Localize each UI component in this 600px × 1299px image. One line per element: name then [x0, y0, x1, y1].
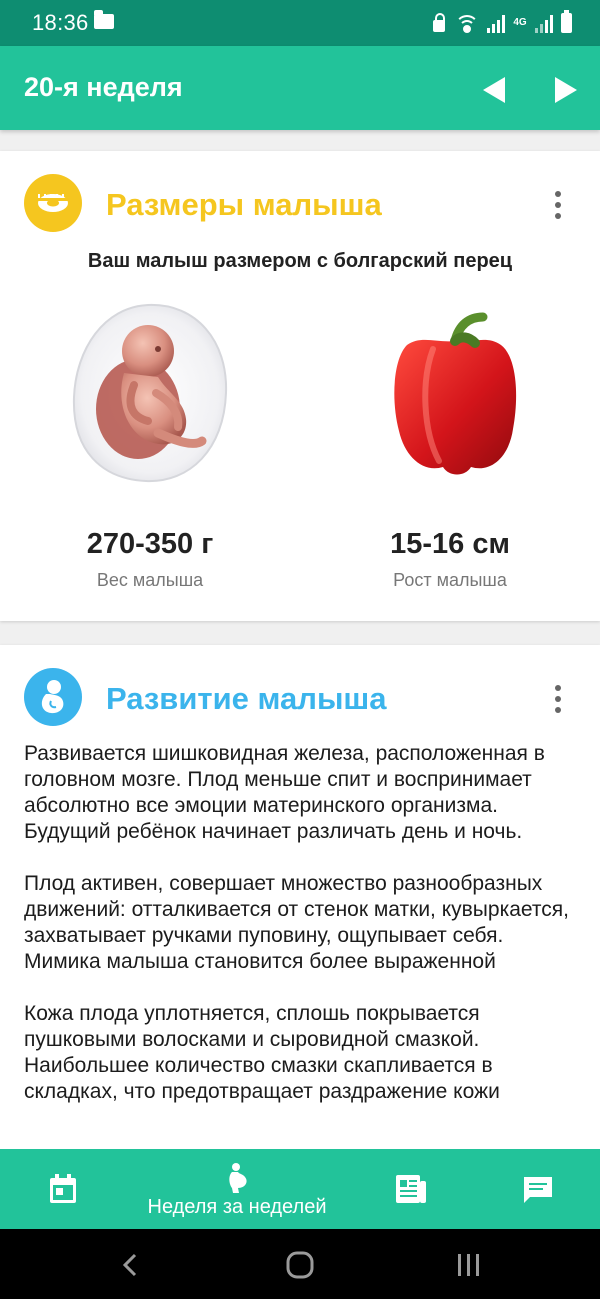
battery-icon	[561, 10, 572, 33]
bottom-navigation: Неделя за неделей	[0, 1149, 600, 1229]
development-paragraph: Развивается шишковидная железа, располож…	[24, 742, 545, 843]
recent-apps-button[interactable]	[428, 1229, 508, 1299]
size-card-more-button[interactable]	[546, 188, 570, 222]
tab-chat[interactable]	[495, 1149, 581, 1229]
back-button[interactable]	[92, 1229, 172, 1299]
recent-apps-icon	[458, 1254, 479, 1276]
tab-week-by-week-label: Неделя за неделей	[147, 1196, 327, 1218]
measuring-tape-icon	[24, 174, 82, 232]
wifi-icon	[455, 13, 479, 33]
folder-icon	[94, 10, 114, 29]
fetus-icon	[24, 668, 82, 726]
signal-icon	[487, 13, 505, 33]
status-icons: 4G	[431, 10, 572, 35]
tab-articles[interactable]	[370, 1149, 450, 1229]
size-card-title: Размеры малыша	[106, 187, 382, 222]
baby-size-card: Размеры малыша Ваш малыш размером с болг…	[0, 151, 600, 621]
development-card-title: Развитие малыша	[106, 681, 387, 716]
next-week-button[interactable]	[550, 75, 580, 105]
triangle-right-icon	[555, 77, 577, 103]
development-paragraph: Кожа плода уплотняется, сплошь покрывает…	[24, 1002, 500, 1103]
home-icon	[286, 1251, 314, 1279]
bell-pepper-illustration	[394, 312, 517, 475]
chat-icon	[524, 1177, 552, 1203]
development-paragraph: Плод активен, совершает множество разноо…	[24, 872, 569, 973]
fetus-illustration	[72, 303, 228, 483]
articles-icon	[396, 1175, 426, 1203]
pregnant-icon	[229, 1163, 247, 1193]
baby-weight-value: 270-350 г	[86, 528, 214, 560]
tab-week-by-week[interactable]: Неделя за неделей	[137, 1149, 337, 1229]
baby-length-value: 15-16 см	[390, 528, 510, 560]
previous-week-button[interactable]	[480, 75, 510, 105]
development-card-more-button[interactable]	[546, 682, 570, 716]
development-description: Развивается шишковидная железа, располож…	[24, 741, 584, 1131]
triangle-left-icon	[483, 77, 505, 103]
lock-icon	[431, 13, 447, 33]
tab-calendar[interactable]	[20, 1149, 106, 1229]
page-title: 20-я неделя	[24, 72, 183, 102]
baby-length-label: Рост малыша	[393, 570, 507, 590]
baby-development-card: Развитие малыша Развивается шишковидная …	[0, 645, 600, 1165]
app-bar: 20-я неделя	[0, 46, 600, 130]
status-time: 18:36	[32, 10, 89, 35]
size-comparison-text: Ваш малыш размером с болгарский перец	[87, 250, 513, 272]
signal-icon-2	[535, 13, 553, 33]
network-type-label: 4G	[513, 17, 527, 28]
home-button[interactable]	[260, 1229, 340, 1299]
back-chevron-icon	[122, 1253, 137, 1277]
calendar-icon	[50, 1174, 76, 1203]
baby-weight-label: Вес малыша	[96, 570, 204, 590]
status-bar: 18:36 4G	[0, 0, 600, 46]
system-navigation-bar	[0, 1229, 600, 1299]
